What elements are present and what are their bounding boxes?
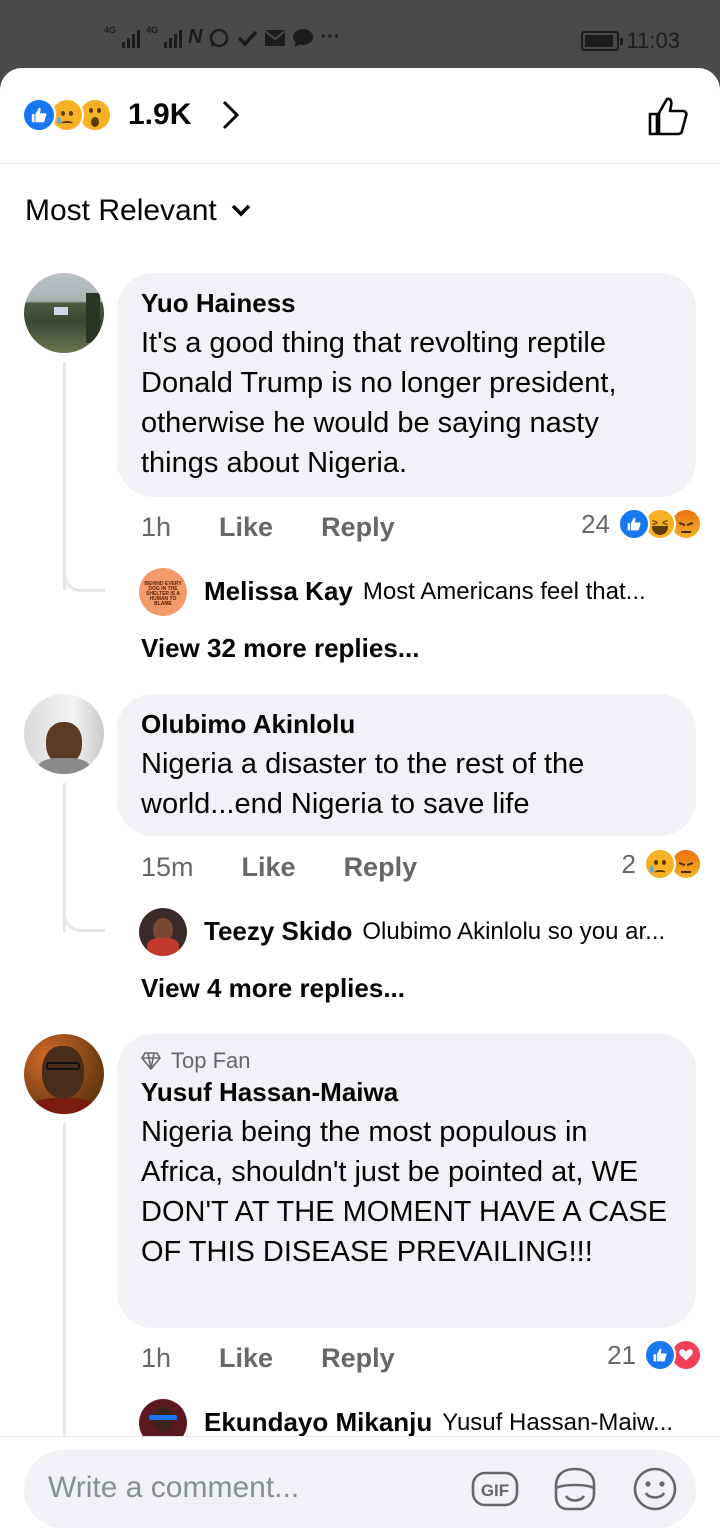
chat-icon [293, 28, 314, 47]
mail-icon [264, 29, 287, 46]
reaction-summary[interactable] [22, 98, 112, 132]
sad-icon [644, 848, 676, 880]
comment-input[interactable] [48, 1466, 458, 1510]
status-icons-left: 4G 4G N ··· [104, 26, 340, 49]
signal-icon [122, 28, 141, 48]
thread-line [63, 1123, 66, 1443]
avatar[interactable] [24, 694, 104, 774]
check-icon [238, 30, 258, 47]
network-type-1: 4G [104, 25, 117, 35]
comment-text: Nigeria being the most populous in Afric… [141, 1116, 668, 1268]
reaction-count: 24 [581, 508, 610, 539]
avatar[interactable] [24, 1034, 104, 1114]
reply-preview[interactable]: Teezy Skido Olubimo Akinlolu so you ar..… [204, 916, 665, 947]
like-icon [618, 508, 650, 540]
diamond-icon [141, 1052, 161, 1070]
reply-avatar[interactable]: BEHIND EVERY DOG IN THE SHELTER IS A HUM… [139, 568, 187, 616]
comment-bubble[interactable]: Yuo Hainess It's a good thing that revol… [117, 273, 696, 497]
chevron-right-icon[interactable] [214, 98, 248, 132]
reply-author[interactable]: Ekundayo Mikanju [204, 1407, 432, 1438]
view-more-replies[interactable]: View 4 more replies... [141, 973, 405, 1004]
more-notifications-icon: ··· [320, 26, 341, 48]
reply-button[interactable]: Reply [344, 852, 418, 883]
comment-author[interactable]: Yuo Hainess [141, 287, 672, 319]
clock: 11:03 [626, 28, 680, 53]
chevron-down-icon [231, 204, 250, 217]
comment-time: 15m [141, 852, 194, 882]
like-button[interactable]: Like [219, 1343, 273, 1374]
reaction-count: 2 [621, 848, 636, 879]
reply-button[interactable]: Reply [321, 512, 395, 543]
sticker-icon[interactable] [550, 1464, 600, 1514]
sort-dropdown[interactable]: Most Relevant [25, 194, 251, 228]
like-icon [22, 98, 56, 132]
thread-hook [63, 542, 105, 592]
top-fan-badge: Top Fan [141, 1048, 672, 1074]
comment-reactions[interactable]: 21 [607, 1339, 702, 1371]
view-more-replies[interactable]: View 32 more replies... [141, 633, 419, 664]
reply-text: Yusuf Hassan-Maiw... [442, 1408, 674, 1436]
battery-icon [580, 31, 623, 51]
like-icon [644, 1339, 676, 1371]
reaction-count: 21 [607, 1339, 636, 1370]
badge-label: Top Fan [171, 1048, 251, 1073]
comment-text: Nigeria a disaster to the rest of the wo… [141, 748, 585, 820]
like-button[interactable]: Like [242, 852, 296, 883]
network-type-2: 4G [146, 25, 159, 35]
signal-icon-2 [164, 28, 183, 48]
emoji-icon[interactable] [630, 1464, 680, 1514]
comment-bubble[interactable]: Olubimo Akinlolu Nigeria a disaster to t… [117, 694, 696, 836]
comment-reactions[interactable]: 2 [621, 848, 702, 880]
reply-button[interactable]: Reply [321, 1343, 395, 1374]
sort-label: Most Relevant [25, 194, 217, 227]
reply-avatar[interactable] [139, 908, 187, 956]
reply-preview[interactable]: Ekundayo Mikanju Yusuf Hassan-Maiw... [204, 1407, 673, 1438]
status-icons-right: 11:03 [580, 28, 680, 54]
like-button[interactable]: Like [219, 512, 273, 543]
whatsapp-icon [210, 28, 229, 47]
comment-author[interactable]: Yusuf Hassan-Maiwa [141, 1076, 672, 1108]
status-bar: 4G 4G N ··· 11:03 [0, 0, 720, 68]
like-outline-icon[interactable] [646, 94, 690, 138]
reply-author[interactable]: Teezy Skido [204, 916, 352, 947]
avatar[interactable] [24, 273, 104, 353]
comment-actions: 1h Like Reply [141, 512, 395, 543]
comment-time: 1h [141, 512, 172, 542]
comment-actions: 15m Like Reply [141, 852, 417, 883]
reaction-count[interactable]: 1.9K [128, 98, 191, 132]
reply-text: Olubimo Akinlolu so you ar... [362, 917, 666, 945]
comments-sheet: 1.9K Most Relevant Yuo Hainess It's a go… [0, 68, 720, 1540]
thread-hook [63, 882, 105, 932]
comment-composer: GIF [24, 1450, 696, 1528]
comment-reactions[interactable]: 24 > < [581, 508, 702, 540]
comment-time: 1h [141, 1343, 172, 1373]
comment-author[interactable]: Olubimo Akinlolu [141, 708, 672, 740]
comment-text: It's a good thing that revolting reptile… [141, 327, 617, 479]
gif-icon[interactable]: GIF [470, 1464, 520, 1514]
comment-actions: 1h Like Reply [141, 1343, 395, 1374]
reply-author[interactable]: Melissa Kay [204, 576, 353, 607]
reply-preview[interactable]: Melissa Kay Most Americans feel that... [204, 576, 646, 607]
gif-label: GIF [481, 1481, 509, 1500]
reply-text: Most Americans feel that... [362, 577, 646, 605]
comment-bubble[interactable]: Top Fan Yusuf Hassan-Maiwa Nigeria being… [117, 1034, 696, 1328]
reactions-header: 1.9K [0, 68, 720, 164]
n-app-icon: N [188, 26, 203, 48]
